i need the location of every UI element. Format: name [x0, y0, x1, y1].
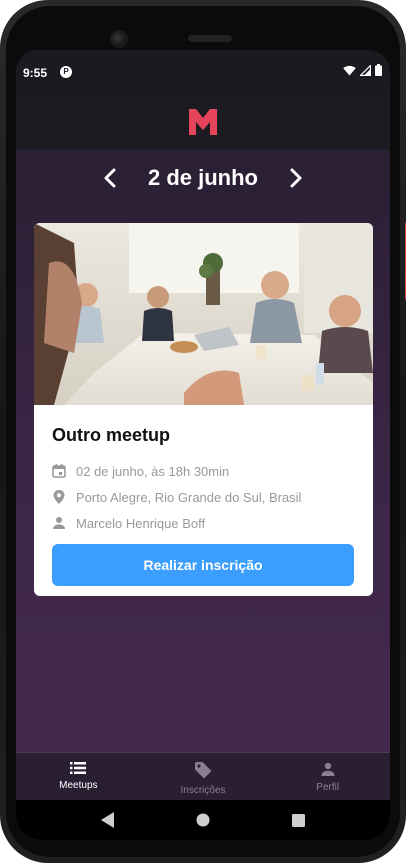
status-bar: 9:55 P — [16, 50, 390, 94]
subscribe-button[interactable]: Realizar inscrição — [52, 544, 354, 586]
tab-inscricoes[interactable]: Inscrições — [141, 753, 266, 800]
system-navigation-bar — [16, 800, 390, 840]
tab-meetups-label: Meetups — [59, 780, 98, 791]
bottom-tab-bar: Meetups Inscrições Perfil — [16, 752, 390, 800]
list-icon — [70, 762, 87, 774]
recents-button[interactable] — [283, 805, 313, 835]
app-header — [16, 94, 390, 150]
location-pin-icon — [53, 490, 65, 504]
status-icons — [343, 64, 382, 76]
screen: 9:55 P 2 de junho Outro meetup 02 de jun… — [16, 50, 390, 840]
signal-icon — [360, 64, 371, 76]
meetup-location: Porto Alegre, Rio Grande do Sul, Brasil — [76, 489, 302, 505]
meetup-title: Outro meetup — [52, 425, 171, 445]
notification-icon: P — [60, 66, 72, 78]
previous-day-button[interactable] — [100, 166, 120, 190]
back-icon — [100, 812, 114, 828]
chevron-left-icon — [104, 168, 116, 188]
meetup-banner-image — [34, 223, 373, 405]
meetup-organizer: Marcelo Henrique Boff — [76, 515, 206, 531]
earpiece-speaker — [188, 35, 232, 42]
tab-perfil-label: Perfil — [316, 782, 340, 793]
tab-inscricoes-label: Inscrições — [180, 785, 226, 796]
person-icon — [321, 762, 335, 776]
meetup-card: Outro meetup 02 de junho, às 18h 30min P… — [34, 223, 373, 596]
date-navigator: 2 de junho — [16, 162, 390, 194]
home-icon — [196, 813, 210, 827]
meetup-date: 02 de junho, às 18h 30min — [76, 463, 230, 479]
meetup-location-row: Porto Alegre, Rio Grande do Sul, Brasil — [52, 484, 355, 510]
next-day-button[interactable] — [286, 166, 306, 190]
meetapp-logo — [189, 109, 217, 135]
back-button[interactable] — [93, 805, 123, 835]
meetup-date-row: 02 de junho, às 18h 30min — [52, 458, 355, 484]
status-time: 9:55 — [23, 66, 48, 80]
current-date: 2 de junho — [148, 165, 258, 190]
tab-meetups[interactable]: Meetups — [16, 753, 141, 800]
meeting-photo — [34, 223, 373, 405]
tab-perfil[interactable]: Perfil — [265, 753, 390, 800]
phone-frame: 9:55 P 2 de junho Outro meetup 02 de jun… — [0, 0, 406, 863]
home-button[interactable] — [188, 805, 218, 835]
calendar-icon — [52, 464, 66, 478]
meetup-organizer-row: Marcelo Henrique Boff — [52, 510, 355, 536]
person-icon — [53, 517, 65, 529]
main-content: 2 de junho Outro meetup 02 de junho, às … — [16, 150, 390, 752]
battery-icon — [375, 64, 382, 76]
front-camera — [110, 30, 128, 48]
wifi-icon — [343, 65, 356, 75]
tag-icon — [194, 762, 211, 779]
meetup-card-body: Outro meetup 02 de junho, às 18h 30min P… — [34, 405, 373, 586]
recents-icon — [291, 813, 305, 827]
chevron-right-icon — [290, 168, 302, 188]
